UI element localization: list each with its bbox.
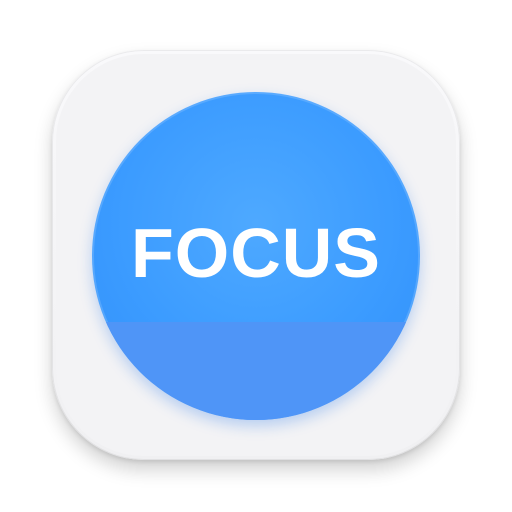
focus-disc: FOCUS	[92, 92, 420, 420]
focus-label: FOCUS	[131, 214, 381, 292]
app-icon[interactable]: FOCUS	[0, 0, 512, 512]
focus-disc-lower-band	[92, 322, 420, 420]
